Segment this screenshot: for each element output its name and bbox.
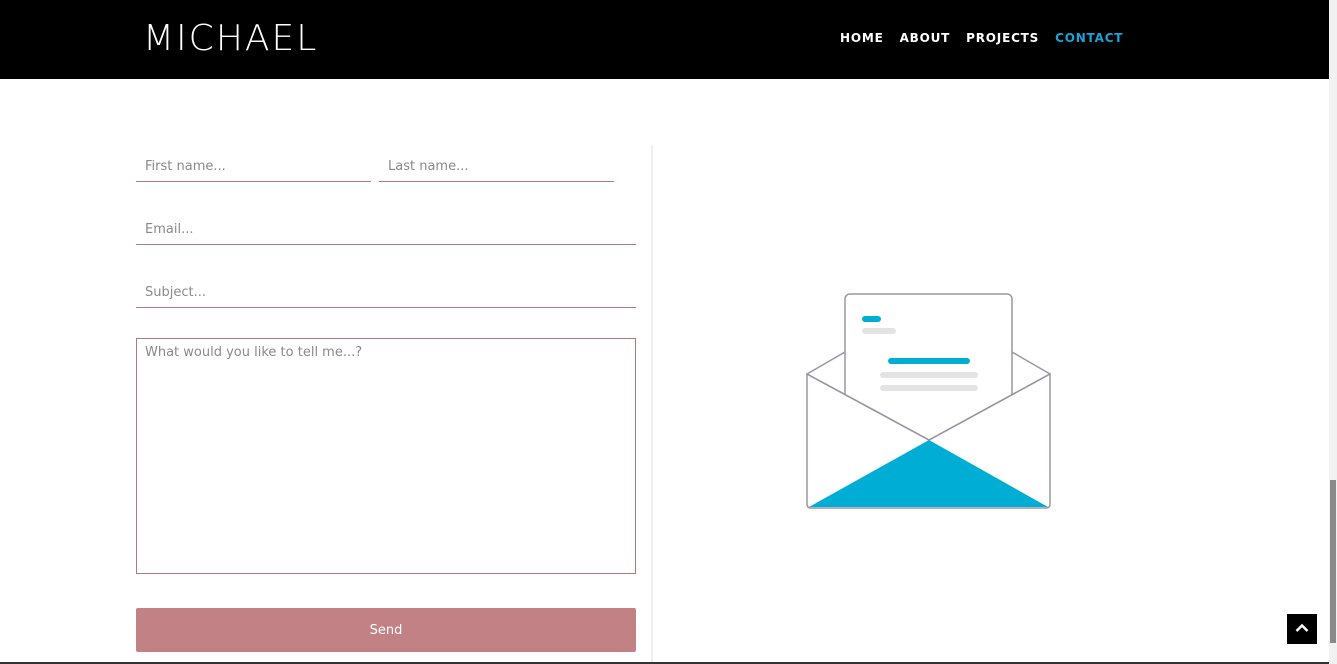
chevron-up-icon xyxy=(1295,620,1309,638)
open-envelope-icon xyxy=(800,288,1060,523)
column-divider xyxy=(651,145,653,664)
send-button[interactable]: Send xyxy=(136,608,636,652)
nav-about[interactable]: ABOUT xyxy=(900,30,951,46)
first-name-input[interactable] xyxy=(136,152,371,182)
message-textarea[interactable] xyxy=(136,338,636,574)
main-nav: HOME ABOUT PROJECTS CONTACT xyxy=(840,30,1123,46)
last-name-input[interactable] xyxy=(379,152,614,182)
site-logo[interactable]: MICHAEL xyxy=(143,20,318,58)
scrollbar-thumb[interactable] xyxy=(1330,480,1336,643)
email-input[interactable] xyxy=(136,215,636,245)
nav-contact[interactable]: CONTACT xyxy=(1055,30,1123,46)
page-scrollbar[interactable] xyxy=(1329,0,1337,664)
nav-projects[interactable]: PROJECTS xyxy=(966,30,1039,46)
scroll-to-top-button[interactable] xyxy=(1287,614,1317,644)
nav-home[interactable]: HOME xyxy=(840,30,884,46)
subject-input[interactable] xyxy=(136,278,636,308)
top-navbar: MICHAEL HOME ABOUT PROJECTS CONTACT xyxy=(0,0,1329,79)
